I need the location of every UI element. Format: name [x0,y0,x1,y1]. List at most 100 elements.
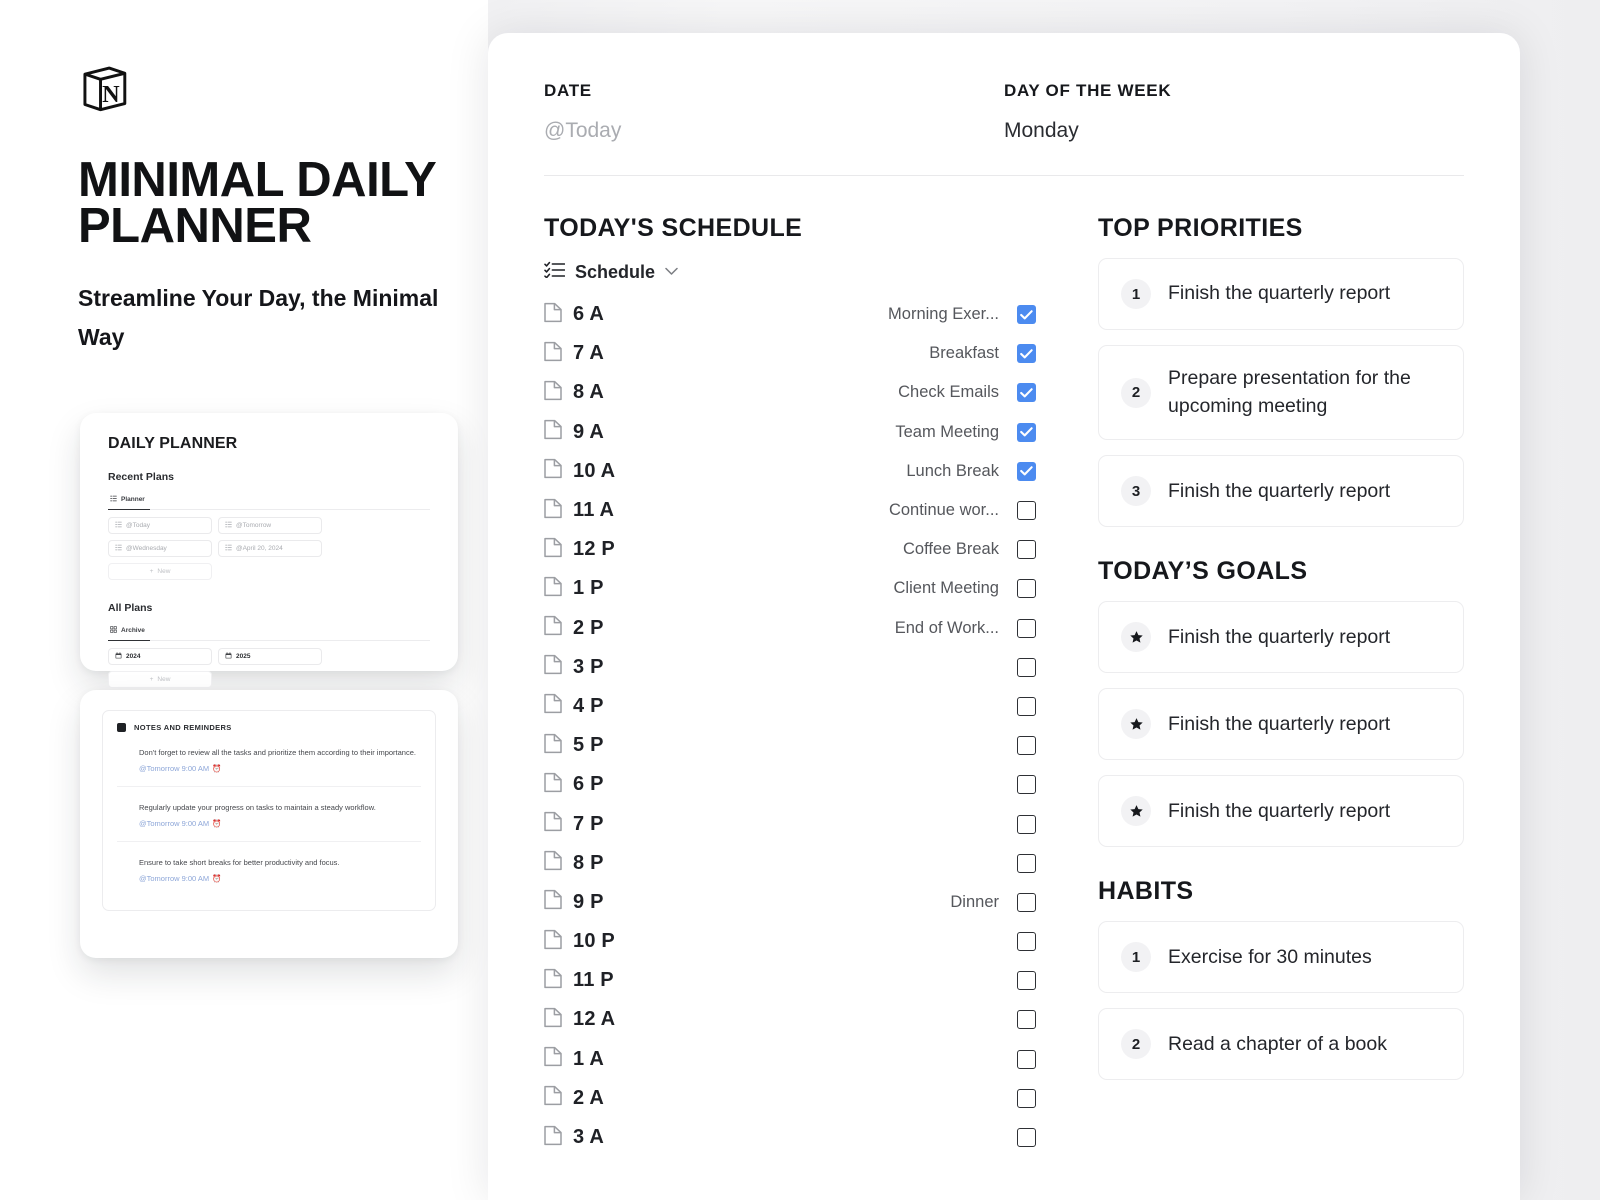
planner-properties: DATE @Today DAY OF THE WEEK Monday [544,81,1464,143]
habits-item[interactable]: 2 Read a chapter of a book [1098,1008,1464,1081]
schedule-checkbox[interactable] [1017,736,1036,756]
schedule-checkbox[interactable] [1017,501,1036,521]
schedule-row[interactable]: 8 P [544,844,1036,883]
schedule-row[interactable]: 11 P [544,961,1036,1000]
goals-item[interactable]: Finish the quarterly report [1098,775,1464,848]
schedule-row[interactable]: 1 P Client Meeting [544,569,1036,608]
schedule-row[interactable]: 6 A Morning Exer... [544,295,1036,334]
schedule-row[interactable]: 5 P [544,726,1036,765]
schedule-row[interactable]: 7 P [544,804,1036,843]
schedule-row[interactable]: 4 P [544,687,1036,726]
schedule-row[interactable]: 1 A [544,1040,1036,1079]
priorities-text: Finish the quarterly report [1168,479,1391,502]
goals-item[interactable]: Finish the quarterly report [1098,601,1464,674]
habits-item[interactable]: 1 Exercise for 30 minutes [1098,921,1464,994]
schedule-checkbox[interactable] [1017,853,1036,873]
preview-all-grid: 2024 2025 + New [108,648,430,688]
schedule-time: 12 A [573,1008,616,1031]
chevron-down-icon[interactable] [665,263,678,281]
goals-item[interactable]: Finish the quarterly report [1098,688,1464,761]
schedule-row[interactable]: 9 P Dinner [544,883,1036,922]
day-property: DAY OF THE WEEK Monday [1004,81,1464,143]
schedule-checkbox[interactable] [1017,892,1036,912]
schedule-checkbox[interactable] [1017,1010,1036,1030]
schedule-row[interactable]: 3 A [544,1118,1036,1157]
preview-plan-chip[interactable]: @Today [108,517,212,534]
priorities-item[interactable]: 1 Finish the quarterly report [1098,258,1464,330]
preview-plan-chip[interactable]: @Tomorrow [218,517,322,534]
preview-tab-archive[interactable]: Archive [108,623,150,641]
note-reminder[interactable]: @Tomorrow 9:00 AM ⏰ [139,764,421,773]
preview-plan-chip[interactable]: @April 20, 2024 [218,540,322,557]
schedule-checkbox[interactable] [1017,696,1036,716]
day-value[interactable]: Monday [1004,119,1464,143]
schedule-database-selector[interactable]: Schedule [544,261,1036,283]
document-icon [544,341,573,367]
schedule-checkbox[interactable] [1017,461,1036,481]
schedule-time: 1 A [573,1047,604,1070]
schedule-checkbox[interactable] [1017,305,1036,325]
habits-heading: HABITS [1098,877,1194,906]
document-icon [544,537,573,563]
lists-column: TOP PRIORITIES 1 Finish the quarterly re… [1036,214,1464,1157]
preview-new-archive-button[interactable]: + New [108,671,212,688]
preview-card-daily-planner[interactable]: DAILY PLANNER Recent Plans Planner @Toda… [80,413,458,688]
schedule-row[interactable]: 6 P [544,765,1036,804]
schedule-checkbox[interactable] [1017,657,1036,677]
schedule-checkbox[interactable] [1017,1088,1036,1108]
preview-plan-chip[interactable]: @Wednesday [108,540,212,557]
schedule-row[interactable]: 12 P Coffee Break [544,530,1036,569]
schedule-row[interactable]: 10 P [544,922,1036,961]
schedule-row[interactable]: 7 A Breakfast [544,334,1036,373]
page-subtitle: Streamline Your Day, the Minimal Way [78,285,439,350]
schedule-row[interactable]: 11 A Continue wor... [544,491,1036,530]
preview-year-chip[interactable]: 2025 [218,648,322,665]
svg-text:N: N [102,81,120,108]
schedule-row[interactable]: 3 P [544,648,1036,687]
schedule-task: Dinner [950,892,999,911]
priorities-item[interactable]: 2 Prepare presentation for the upcoming … [1098,345,1464,441]
schedule-checkbox[interactable] [1017,971,1036,991]
schedule-checkbox[interactable] [1017,814,1036,834]
page-root: N MINIMAL DAILY PLANNER Streamline Your … [0,0,1600,1200]
schedule-checkbox[interactable] [1017,579,1036,599]
schedule-row[interactable]: 10 A Lunch Break [544,452,1036,491]
preview-new-plan-button[interactable]: + New [108,563,212,580]
page-title: MINIMAL DAILY PLANNER [78,153,436,253]
note-item[interactable]: Don't forget to review all the tasks and… [117,732,421,788]
schedule-row[interactable]: 12 A [544,1000,1036,1039]
date-value[interactable]: @Today [544,119,1004,143]
schedule-task: Breakfast [929,344,999,363]
date-property: DATE @Today [544,81,1004,143]
schedule-checkbox[interactable] [1017,422,1036,442]
schedule-checkbox[interactable] [1017,932,1036,952]
schedule-checkbox[interactable] [1017,618,1036,638]
schedule-time: 1 P [573,577,604,600]
schedule-checkbox[interactable] [1017,540,1036,560]
schedule-row[interactable]: 2 P End of Work... [544,609,1036,648]
preview-card-notes-reminders[interactable]: NOTES AND REMINDERS Don't forget to revi… [80,690,458,958]
schedule-time: 10 P [573,930,615,953]
schedule-checkbox[interactable] [1017,344,1036,364]
schedule-database-label: Schedule [575,261,656,282]
schedule-checkbox[interactable] [1017,383,1036,403]
schedule-checkbox[interactable] [1017,775,1036,795]
divider [544,175,1464,176]
schedule-checkbox[interactable] [1017,1049,1036,1069]
schedule-row[interactable]: 9 A Team Meeting [544,413,1036,452]
note-reminder[interactable]: @Tomorrow 9:00 AM ⏰ [139,874,421,883]
preview-notes-header: NOTES AND REMINDERS [117,723,421,732]
schedule-time: 7 A [573,342,604,365]
schedule-row[interactable]: 8 A Check Emails [544,373,1036,412]
priorities-item[interactable]: 3 Finish the quarterly report [1098,455,1464,528]
preview-year-chip[interactable]: 2024 [108,648,212,665]
schedule-column: TODAY'S SCHEDULE Schedule 6 A Morning Ex… [544,214,1036,1157]
schedule-row[interactable]: 2 A [544,1079,1036,1118]
note-reminder[interactable]: @Tomorrow 9:00 AM ⏰ [139,819,421,828]
preview-recent-grid: @Today @Tomorrow @Wednesday @April 20, 2… [108,517,430,580]
preview-tab-planner[interactable]: Planner [108,492,150,510]
note-item[interactable]: Ensure to take short breaks for better p… [117,842,421,896]
schedule-checkbox[interactable] [1017,1128,1036,1148]
schedule-time: 3 A [573,1126,604,1149]
note-item[interactable]: Regularly update your progress on tasks … [117,787,421,843]
